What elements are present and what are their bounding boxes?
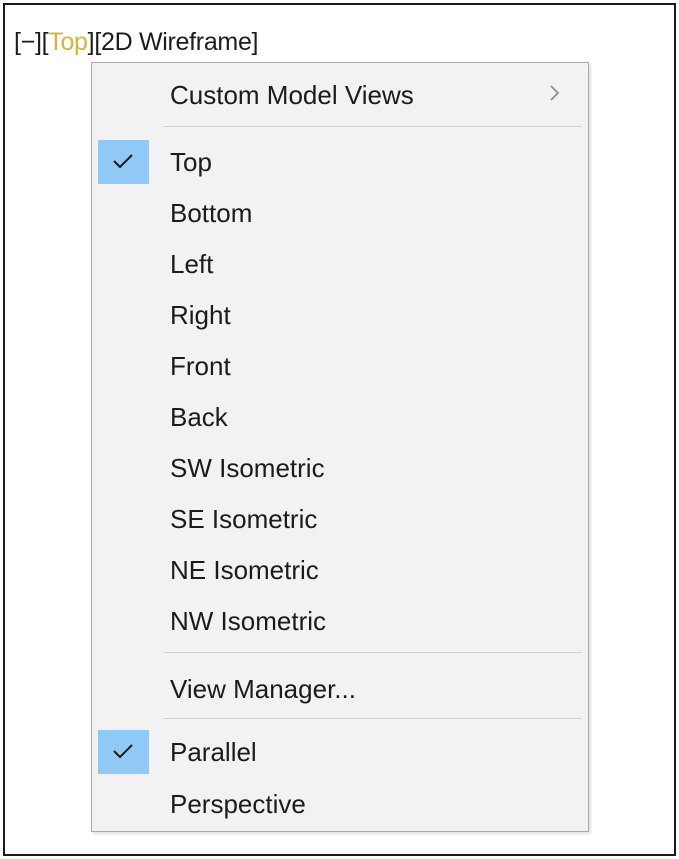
chevron-right-icon: [549, 82, 561, 109]
menu-item-custom-model-views[interactable]: Custom Model Views: [92, 70, 588, 120]
menu-item-label: Left: [170, 249, 214, 279]
menu-item-perspective[interactable]: Perspective: [92, 779, 588, 829]
menu-item-label: Parallel: [170, 737, 257, 767]
menu-item-sw-isometric[interactable]: SW Isometric: [92, 443, 588, 493]
menu-item-label: Front: [170, 351, 231, 381]
view-context-menu: Custom Model Views Top Bottom Left Right…: [91, 62, 589, 832]
menu-item-label: Back: [170, 402, 228, 432]
checkmark-icon: [98, 730, 149, 774]
menu-item-label: NE Isometric: [170, 555, 319, 585]
menu-item-label: SW Isometric: [170, 453, 325, 483]
menu-separator: [164, 718, 582, 719]
menu-item-se-isometric[interactable]: SE Isometric: [92, 494, 588, 544]
menu-item-label: Top: [170, 147, 212, 177]
viewport-frame: [−][Top][2D Wireframe] Custom Model View…: [3, 3, 676, 856]
menu-item-label: SE Isometric: [170, 504, 318, 534]
menu-item-bottom[interactable]: Bottom: [92, 188, 588, 238]
menu-item-label: Bottom: [170, 198, 253, 228]
checkmark-icon: [98, 140, 149, 184]
menu-item-label: Custom Model Views: [170, 80, 414, 110]
menu-item-label: NW Isometric: [170, 606, 326, 636]
menu-item-label: View Manager...: [170, 674, 356, 704]
menu-item-front[interactable]: Front: [92, 341, 588, 391]
view-control[interactable]: Top: [48, 28, 88, 56]
menu-item-view-manager[interactable]: View Manager...: [92, 664, 588, 714]
menu-item-label: Right: [170, 300, 231, 330]
menu-item-parallel[interactable]: Parallel: [92, 727, 588, 777]
menu-item-ne-isometric[interactable]: NE Isometric: [92, 545, 588, 595]
menu-item-nw-isometric[interactable]: NW Isometric: [92, 596, 588, 646]
menu-item-back[interactable]: Back: [92, 392, 588, 442]
menu-item-label: Perspective: [170, 789, 306, 819]
menu-item-right[interactable]: Right: [92, 290, 588, 340]
visual-style-control[interactable]: [2D Wireframe]: [94, 28, 258, 56]
viewport-menu-control[interactable]: [−]: [14, 28, 42, 56]
menu-separator: [164, 652, 582, 653]
viewport-controls: [−][Top][2D Wireframe]: [14, 27, 259, 57]
menu-item-top[interactable]: Top: [92, 137, 588, 187]
menu-separator: [164, 126, 582, 127]
menu-item-left[interactable]: Left: [92, 239, 588, 289]
